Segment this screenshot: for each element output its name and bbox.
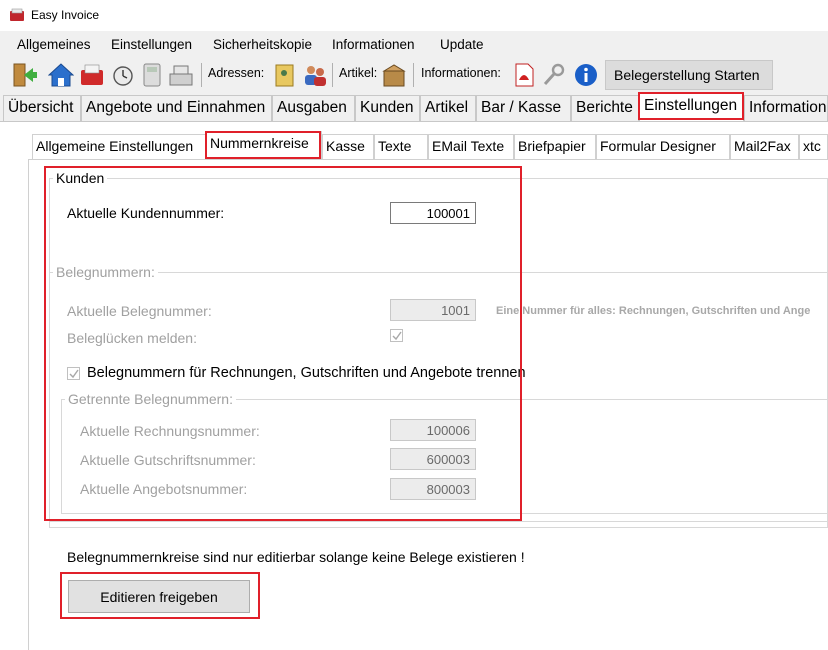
tab-bar-kasse[interactable]: Bar / Kasse — [476, 95, 571, 121]
menu-update[interactable]: Update — [440, 37, 484, 52]
tab-angebote-einnahmen[interactable]: Angebote und Einnahmen — [81, 95, 272, 121]
menu-informationen[interactable]: Informationen — [332, 37, 415, 52]
alarm-clock-icon[interactable] — [110, 62, 136, 88]
belegnummer-hint: Eine Nummer für alles: Rechnungen, Gutsc… — [496, 305, 811, 317]
subtab-email-texte[interactable]: EMail Texte — [428, 134, 514, 159]
artikel-label: Artikel: — [339, 66, 378, 80]
subtab-formular-designer[interactable]: Formular Designer — [596, 134, 730, 159]
address-book-icon[interactable] — [272, 62, 298, 88]
adressen-label: Adressen: — [208, 66, 265, 80]
app-logo-icon — [10, 8, 24, 21]
highlight-number-settings — [44, 166, 522, 521]
subtab-briefpapier[interactable]: Briefpapier — [514, 134, 596, 159]
tab-berichte[interactable]: Berichte — [571, 95, 639, 121]
calculator-icon[interactable] — [139, 62, 165, 88]
menu-sicherheitskopie[interactable]: Sicherheitskopie — [213, 37, 312, 52]
toolbar-separator — [201, 63, 202, 87]
tab-artikel[interactable]: Artikel — [420, 95, 476, 121]
exit-icon[interactable] — [11, 62, 37, 88]
informationen-label: Informationen: — [421, 66, 501, 80]
title-bar: Easy Invoice — [0, 0, 828, 32]
contacts-icon[interactable] — [302, 62, 328, 88]
toolbar-separator — [332, 63, 333, 87]
tab-kunden[interactable]: Kunden — [355, 95, 420, 121]
start-document-button[interactable]: Belegerstellung Starten — [605, 60, 773, 90]
tab-uebersicht[interactable]: Übersicht — [3, 95, 81, 121]
subtab-kasse[interactable]: Kasse — [322, 134, 374, 159]
invoices-folder-icon[interactable] — [79, 62, 105, 88]
info-icon[interactable] — [573, 62, 599, 88]
pdf-icon[interactable] — [511, 62, 537, 88]
subtab-texte[interactable]: Texte — [374, 134, 428, 159]
article-box-icon[interactable] — [381, 62, 407, 88]
highlight-einstellungen-tab — [638, 92, 744, 120]
menu-allgemeines[interactable]: Allgemeines — [17, 37, 91, 52]
toolbar-separator — [413, 63, 414, 87]
tab-informationen[interactable]: Informationen — [744, 95, 828, 121]
menu-einstellungen[interactable]: Einstellungen — [111, 37, 192, 52]
settings-subtab-bar: Allgemeine Einstellungen Nummernkreise K… — [28, 131, 828, 159]
menu-bar: Allgemeines Einstellungen Sicherheitskop… — [0, 33, 828, 57]
edit-notice: Belegnummernkreise sind nur editierbar s… — [67, 549, 525, 565]
subtab-allgemeine-einstellungen[interactable]: Allgemeine Einstellungen — [32, 134, 206, 159]
subtab-xtc[interactable]: xtc — [799, 134, 828, 159]
tab-ausgaben[interactable]: Ausgaben — [272, 95, 355, 121]
key-icon[interactable] — [541, 62, 567, 88]
window-title: Easy Invoice — [31, 8, 100, 22]
highlight-nummernkreise-tab — [205, 131, 321, 159]
cash-register-icon[interactable] — [168, 62, 194, 88]
home-icon[interactable] — [48, 62, 74, 88]
toolbar: Adressen: Artikel: Informationen: Belege… — [0, 58, 828, 92]
subtab-mail2fax[interactable]: Mail2Fax — [730, 134, 799, 159]
highlight-edit-button — [60, 572, 260, 619]
